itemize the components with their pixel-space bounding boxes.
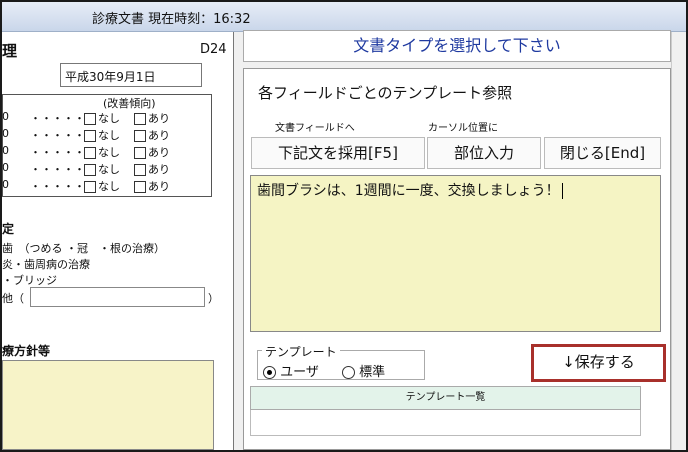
radio-standard[interactable] bbox=[342, 366, 355, 379]
radio-user-option[interactable]: ユーザ bbox=[263, 361, 319, 380]
improvement-row: 0 ・・・・・・ なし あり bbox=[2, 178, 170, 193]
checkbox-none[interactable] bbox=[84, 164, 96, 176]
improvement-row: 0 ・・・・・・ なし あり bbox=[2, 161, 170, 176]
template-type-legend: テンプレート bbox=[262, 343, 340, 360]
checkbox-none[interactable] bbox=[84, 130, 96, 142]
plan-heading: 定 bbox=[2, 222, 15, 236]
checkbox-yes[interactable] bbox=[134, 181, 146, 193]
policy-heading: 療方針等 bbox=[2, 344, 51, 358]
plan-line-1: 歯 （つめる ・冠 ・根の治療） bbox=[2, 242, 165, 255]
plan-line-4: 他（ bbox=[2, 292, 24, 305]
title-bar: 診療文書 現在時刻：16:32 bbox=[2, 2, 686, 32]
save-button[interactable]: ↓保存する bbox=[531, 344, 666, 382]
checkbox-yes[interactable] bbox=[134, 130, 146, 142]
checkbox-none[interactable] bbox=[84, 181, 96, 193]
radio-standard-option[interactable]: 標準 bbox=[342, 361, 385, 380]
section-heading: 理 bbox=[2, 42, 18, 60]
checkbox-none[interactable] bbox=[84, 113, 96, 125]
text-caret bbox=[561, 183, 563, 199]
checkbox-none[interactable] bbox=[84, 147, 96, 159]
improvement-row: 0 ・・・・・・ なし あり bbox=[2, 110, 170, 125]
section-title: 各フィールドごとのテンプレート参照 bbox=[258, 84, 513, 102]
plan-line-4-close: ） bbox=[208, 292, 219, 305]
vertical-scrollbar[interactable] bbox=[671, 32, 686, 450]
adopt-text-button[interactable]: 下記文を採用[F5] bbox=[251, 137, 425, 169]
checkbox-yes[interactable] bbox=[134, 147, 146, 159]
improvement-rows: 0 ・・・・・・ なし あり 0 ・・・・・・ なし あり 0 ・・・・・・ な… bbox=[2, 110, 207, 195]
site-input-button[interactable]: 部位入力 bbox=[427, 137, 541, 169]
improvement-row: 0 ・・・・・・ なし あり bbox=[2, 127, 170, 142]
window-title: 診療文書 現在時刻：16:32 bbox=[92, 12, 251, 27]
template-list-row[interactable] bbox=[250, 410, 641, 436]
radio-user[interactable] bbox=[263, 366, 276, 379]
checkbox-yes[interactable] bbox=[134, 164, 146, 176]
document-type-header[interactable]: 文書タイプを選択して下さい bbox=[243, 30, 671, 62]
checkbox-yes[interactable] bbox=[134, 113, 146, 125]
policy-text-area[interactable] bbox=[2, 360, 214, 450]
plan-line-3: ・ブリッジ bbox=[2, 274, 57, 287]
other-treatment-input[interactable] bbox=[30, 287, 205, 307]
label-to-cursor: カーソル位置に bbox=[428, 123, 498, 134]
template-text: 歯間ブラシは、1週間に一度、交換しましょう！ bbox=[257, 183, 560, 199]
label-to-field: 文書フィールドへ bbox=[275, 123, 355, 134]
close-button[interactable]: 閉じる[End] bbox=[544, 137, 661, 169]
template-list-header: テンプレート一覧 bbox=[250, 386, 641, 410]
group-header: (改善傾向) bbox=[103, 97, 156, 110]
plan-line-2: 炎・歯周病の治療 bbox=[2, 258, 90, 271]
template-text-area[interactable]: 歯間ブラシは、1週間に一度、交換しましょう！ bbox=[250, 175, 661, 332]
improvement-row: 0 ・・・・・・ なし あり bbox=[2, 144, 170, 159]
date-field[interactable]: 平成30年9月1日 bbox=[60, 63, 202, 87]
form-code: D24 bbox=[200, 42, 227, 57]
